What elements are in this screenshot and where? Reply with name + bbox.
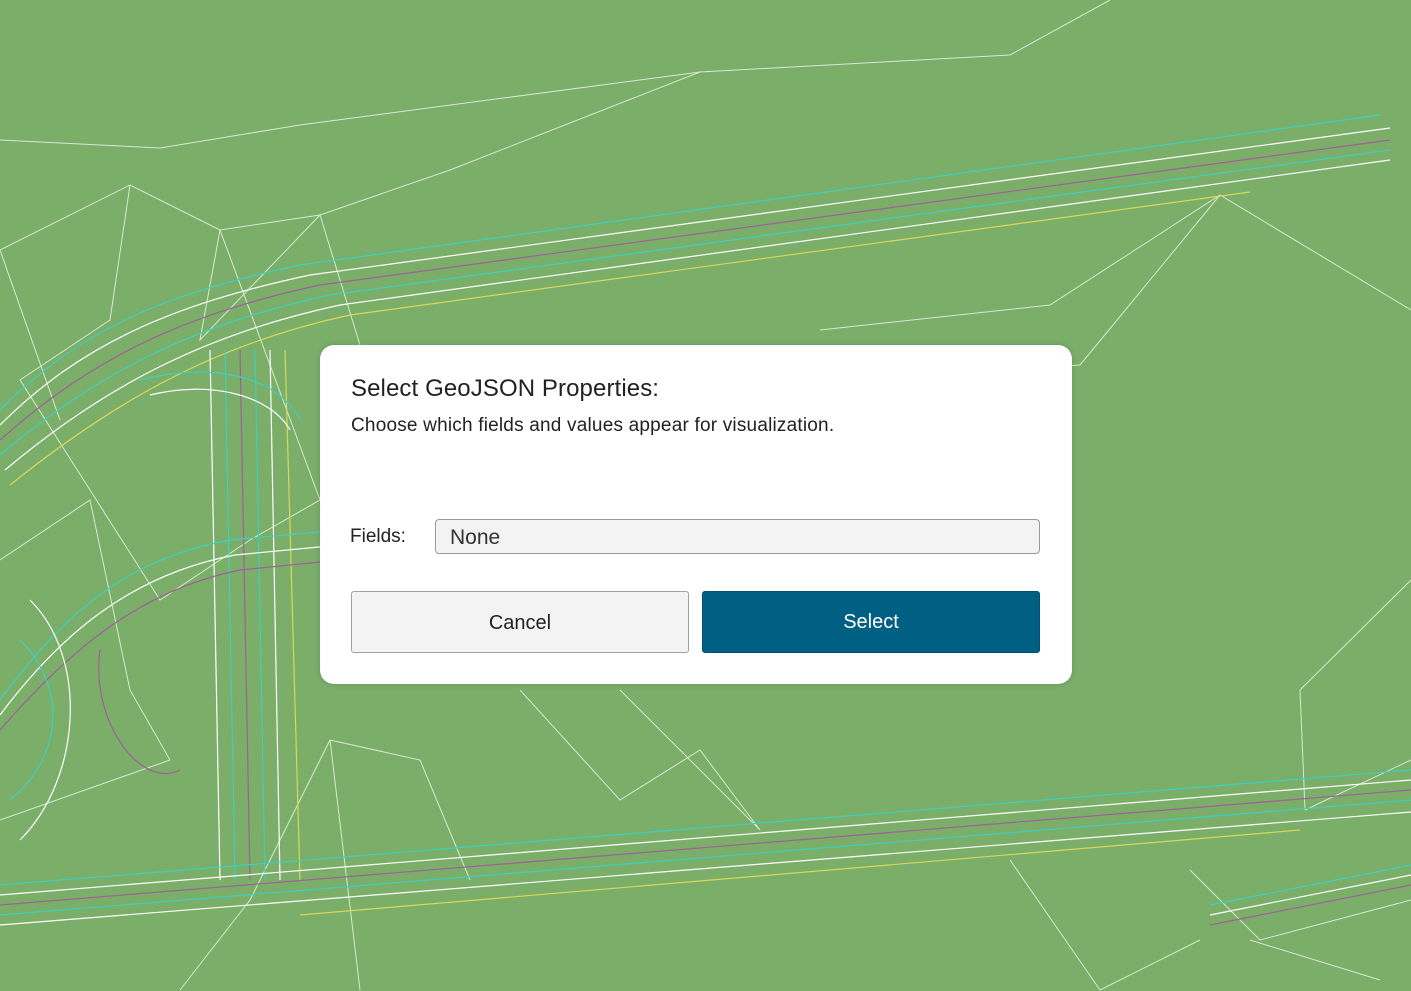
- cancel-button-label: Cancel: [488, 612, 552, 634]
- dialog-subtitle: Choose which fields and values appear fo…: [351, 415, 835, 436]
- fields-select[interactable]: None: [435, 519, 1040, 554]
- fields-select-value: None: [450, 526, 501, 549]
- select-button-label: Select: [843, 611, 899, 633]
- fields-label: Fields:: [350, 526, 406, 547]
- dialog-title: Select GeoJSON Properties:: [351, 375, 660, 402]
- select-geojson-properties-dialog: Select GeoJSON Properties: Choose which …: [320, 345, 1072, 684]
- cancel-button[interactable]: Cancel: [351, 591, 689, 653]
- select-button[interactable]: Select: [702, 591, 1040, 653]
